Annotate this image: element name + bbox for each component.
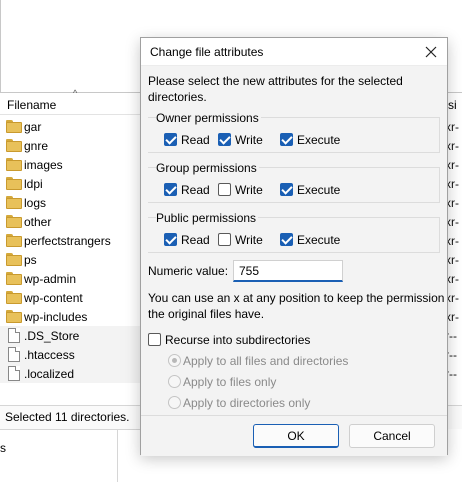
change-file-attributes-dialog: Change file attributes Please select the… (140, 37, 448, 456)
folder-icon (6, 234, 22, 247)
status-text: Selected 11 directories. (5, 410, 130, 424)
file-name: gar (24, 120, 42, 134)
file-name: wp-content (24, 291, 83, 305)
checkbox-box[interactable] (280, 183, 293, 196)
read-label: Read (181, 233, 210, 247)
recurse-label: Recurse into subdirectories (165, 333, 311, 347)
radio-dot[interactable] (168, 354, 181, 367)
radio-label: Apply to directories only (183, 396, 311, 410)
file-row[interactable]: .localized (0, 364, 150, 383)
folder-icon (6, 272, 22, 285)
write-label: Write (235, 183, 263, 197)
file-name: wp-admin (24, 272, 77, 286)
checkbox-box[interactable] (164, 183, 177, 196)
checkbox-box[interactable] (280, 233, 293, 246)
file-name: ps (24, 253, 37, 267)
dialog-footer: OK Cancel (141, 415, 447, 456)
folder-icon (6, 253, 22, 266)
file-name: .DS_Store (24, 329, 80, 343)
checkbox-box[interactable] (164, 233, 177, 246)
execute-label: Execute (297, 233, 341, 247)
file-name: .localized (24, 367, 75, 381)
folder-icon (6, 177, 22, 190)
close-icon (425, 46, 437, 58)
folder-icon (6, 291, 22, 304)
file-name: gnre (24, 139, 49, 153)
file-row[interactable]: wp-admin (0, 269, 150, 288)
status-bar: Selected 11 directories. (0, 405, 140, 429)
checkbox-box[interactable] (164, 133, 177, 146)
transfer-queue-tabs: s (0, 429, 140, 482)
file-row[interactable]: logs (0, 193, 150, 212)
file-name: perfectstrangers (24, 234, 111, 248)
numeric-value-label: Numeric value: (148, 264, 229, 278)
file-icon (8, 347, 20, 362)
checkbox-box[interactable] (218, 183, 231, 196)
folder-icon (6, 196, 22, 209)
file-row[interactable]: wp-includes (0, 307, 150, 326)
execute-label: Execute (297, 133, 341, 147)
file-row[interactable]: other (0, 212, 150, 231)
numeric-hint: You can use an x at any position to keep… (148, 291, 445, 321)
read-label: Read (181, 183, 210, 197)
permissions-group: Group permissions Read Write Execute (148, 161, 440, 203)
dialog-title: Change file attributes (150, 45, 264, 59)
file-row[interactable]: gar (0, 117, 150, 136)
file-name: logs (24, 196, 47, 210)
file-row[interactable]: wp-content (0, 288, 150, 307)
file-row[interactable]: .DS_Store (0, 326, 150, 345)
queue-tab-label[interactable]: s (0, 441, 6, 455)
sort-ascending-icon: ^ (73, 88, 78, 98)
radio-label: Apply to all files and directories (183, 354, 349, 368)
numeric-value-input[interactable] (233, 260, 343, 282)
column-header-label: Filename (7, 98, 57, 112)
file-name: .htaccess (24, 348, 75, 362)
checkbox-box[interactable] (218, 233, 231, 246)
radio-dot[interactable] (168, 375, 181, 388)
folder-icon (6, 120, 22, 133)
checkbox-box[interactable] (218, 133, 231, 146)
file-row[interactable]: images (0, 155, 150, 174)
panel-divider (0, 0, 1, 93)
dialog-title-bar[interactable]: Change file attributes (141, 38, 447, 66)
checkbox-box[interactable] (148, 333, 161, 346)
remote-file-list[interactable]: gar gnre images ldpi logs other perfectstrange… (0, 117, 150, 387)
ok-button[interactable]: OK (253, 424, 339, 448)
file-row[interactable]: .htaccess (0, 345, 150, 364)
file-row[interactable]: ps (0, 250, 150, 269)
file-row[interactable]: perfectstrangers (0, 231, 150, 250)
file-row[interactable]: ldpi (0, 174, 150, 193)
permissions-group: Owner permissions Read Write Execute (148, 111, 440, 153)
file-icon (8, 328, 20, 343)
file-name: other (24, 215, 52, 229)
panel-divider (117, 430, 118, 482)
permissions-group: Public permissions Read Write Execute (148, 211, 440, 253)
folder-icon (6, 158, 22, 171)
file-name: images (24, 158, 63, 172)
cancel-button[interactable]: Cancel (349, 424, 435, 448)
folder-icon (6, 310, 22, 323)
radio-label: Apply to files only (183, 375, 277, 389)
folder-icon (6, 139, 22, 152)
write-label: Write (235, 233, 263, 247)
execute-label: Execute (297, 183, 341, 197)
radio-dot[interactable] (168, 396, 181, 409)
file-icon (8, 366, 20, 381)
file-name: ldpi (24, 177, 43, 191)
group-title: Group permissions (156, 161, 259, 175)
checkbox-box[interactable] (280, 133, 293, 146)
close-button[interactable] (419, 40, 443, 64)
write-label: Write (235, 133, 263, 147)
cancel-label: Cancel (373, 429, 411, 443)
dialog-instructions: Please select the new attributes for the… (148, 74, 403, 104)
group-title: Owner permissions (156, 111, 261, 125)
file-row[interactable]: gnre (0, 136, 150, 155)
group-title: Public permissions (156, 211, 259, 225)
file-name: wp-includes (24, 310, 88, 324)
read-label: Read (181, 133, 210, 147)
folder-icon (6, 215, 22, 228)
ok-label: OK (287, 429, 305, 443)
